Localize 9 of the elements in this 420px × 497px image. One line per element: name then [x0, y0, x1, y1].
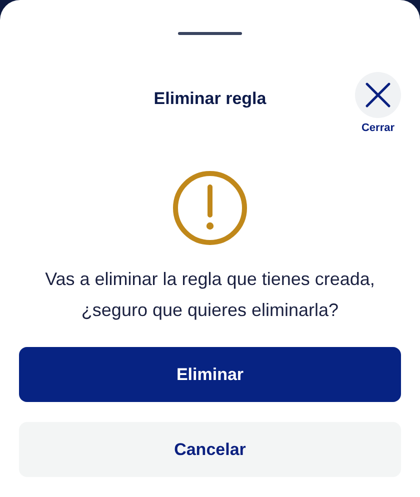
- delete-button[interactable]: Eliminar: [19, 347, 401, 402]
- warning-icon: [172, 170, 248, 246]
- close-button[interactable]: [355, 72, 401, 118]
- drag-handle[interactable]: [178, 32, 242, 35]
- dialog-title: Eliminar regla: [154, 89, 266, 109]
- confirmation-message: Vas a eliminar la regla que tienes creada, ¿seguro que quieres eliminarla?: [44, 268, 376, 322]
- close-label[interactable]: Cerrar: [361, 122, 395, 134]
- close-icon: [365, 82, 391, 108]
- cancel-button[interactable]: Cancelar: [19, 422, 401, 477]
